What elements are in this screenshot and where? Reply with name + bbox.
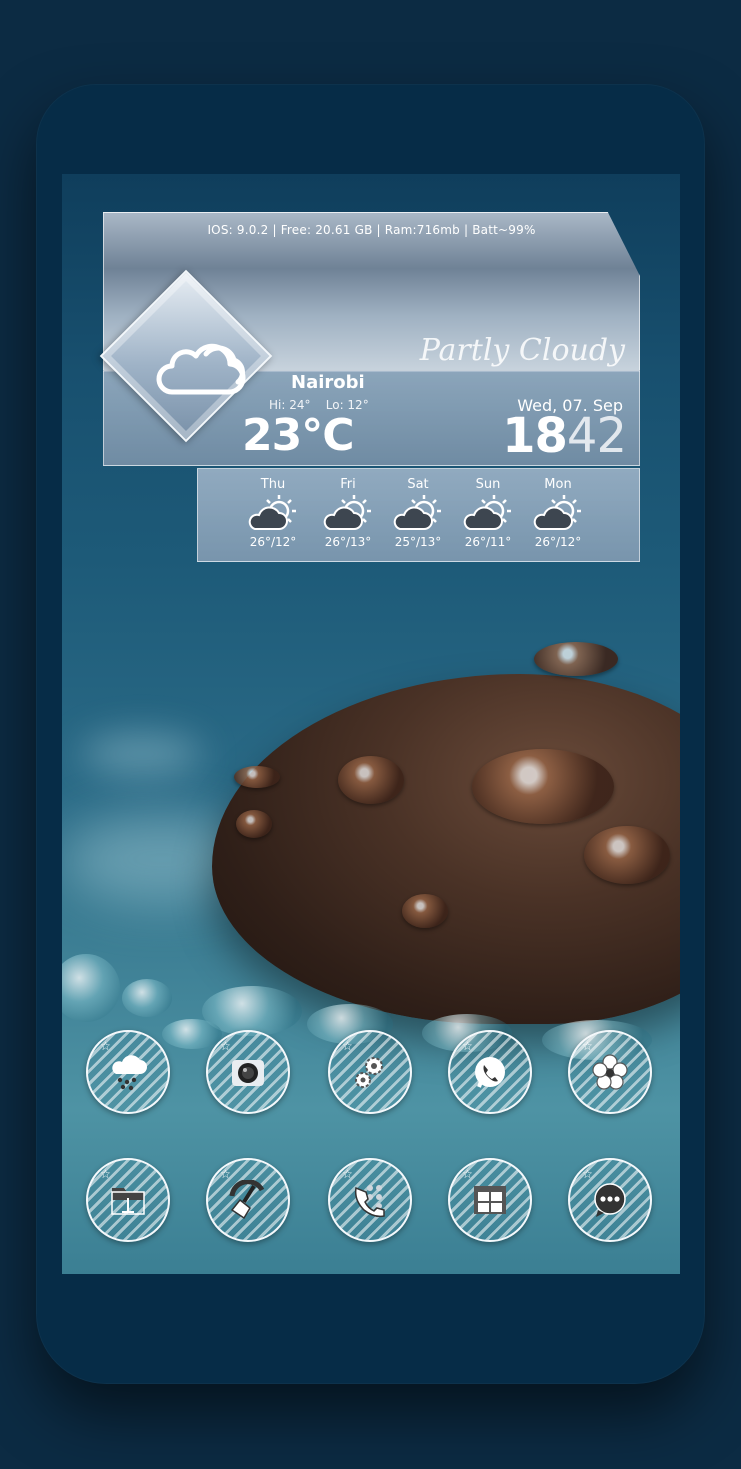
forecast-day: Mon 26°/12° xyxy=(523,469,593,549)
flower-icon xyxy=(592,1054,628,1090)
camera-app-button[interactable]: ☆ xyxy=(206,1030,290,1114)
messaging-app-button[interactable]: ☆ xyxy=(568,1158,652,1242)
forecast-day-name: Mon xyxy=(544,477,572,492)
partly-cloudy-icon xyxy=(393,495,441,530)
water-bubble xyxy=(62,954,120,1022)
water-drop xyxy=(234,766,280,788)
camera-icon xyxy=(232,1060,264,1086)
water-drop xyxy=(236,810,272,838)
phone-dialer-icon xyxy=(354,1185,385,1218)
cleaner-broom-icon xyxy=(229,1180,265,1220)
star-icon: ☆ xyxy=(342,1039,353,1053)
star-icon: ☆ xyxy=(462,1039,473,1053)
forecast-day: Sun 26°/11° xyxy=(453,469,523,549)
file-manager-icon xyxy=(111,1188,145,1215)
settings-gears-icon xyxy=(355,1057,383,1088)
windows-app-button[interactable]: ☆ xyxy=(448,1158,532,1242)
forecast-temps: 25°/13° xyxy=(394,535,442,549)
star-icon: ☆ xyxy=(100,1039,111,1053)
star-icon: ☆ xyxy=(582,1039,593,1053)
water-drop xyxy=(402,894,448,928)
water-drop xyxy=(584,826,670,884)
star-icon: ☆ xyxy=(462,1167,473,1181)
forecast-temps: 26°/12° xyxy=(534,535,582,549)
settings-app-button[interactable]: ☆ xyxy=(328,1030,412,1114)
weather-app-button[interactable]: ☆ xyxy=(86,1030,170,1114)
forecast-day-name: Thu xyxy=(260,477,286,492)
forecast-day: Thu 26°/12° xyxy=(238,469,308,549)
whatsapp-app-button[interactable]: ☆ xyxy=(448,1030,532,1114)
water-drop xyxy=(472,749,614,824)
forecast-day-name: Fri xyxy=(340,477,356,492)
water-drop xyxy=(338,756,404,804)
star-icon: ☆ xyxy=(342,1167,353,1181)
water-bubble xyxy=(122,979,172,1017)
forecast-temps: 26°/11° xyxy=(464,535,512,549)
star-icon: ☆ xyxy=(220,1167,231,1181)
forecast-day: Fri 26°/13° xyxy=(313,469,383,549)
city-name: Nairobi xyxy=(291,372,365,393)
partly-cloudy-icon xyxy=(463,495,511,530)
whatsapp-icon xyxy=(475,1057,505,1088)
weather-rain-icon xyxy=(112,1055,147,1091)
water-drop xyxy=(534,642,618,676)
cloud-icon xyxy=(156,343,246,395)
file-manager-app-button[interactable]: ☆ xyxy=(86,1158,170,1242)
forecast-temps: 26°/12° xyxy=(249,535,297,549)
forecast-temps: 26°/13° xyxy=(324,535,372,549)
partly-cloudy-icon xyxy=(533,495,581,530)
home-screen: IOS: 9.0.2 | Free: 20.61 GB | Ram:716mb … xyxy=(62,174,680,1274)
chat-bubble-icon xyxy=(594,1183,626,1217)
clock[interactable]: 1842 xyxy=(502,408,627,464)
system-info-text: IOS: 9.0.2 | Free: 20.61 GB | Ram:716mb … xyxy=(207,223,536,237)
star-icon: ☆ xyxy=(220,1039,231,1053)
weather-condition-text: Partly Cloudy xyxy=(419,333,625,368)
partly-cloudy-icon xyxy=(323,495,371,530)
star-icon: ☆ xyxy=(582,1167,593,1181)
forecast-day-name: Sun xyxy=(475,477,501,492)
star-icon: ☆ xyxy=(100,1167,111,1181)
cleaner-app-button[interactable]: ☆ xyxy=(206,1158,290,1242)
phone-app-button[interactable]: ☆ xyxy=(328,1158,412,1242)
forecast-strip[interactable]: Thu 26°/12° Fri 26°/13° Sat 25°/13° Sun … xyxy=(197,468,640,562)
current-temperature: 23°C xyxy=(242,410,355,461)
forecast-day-name: Sat xyxy=(407,477,429,492)
partly-cloudy-icon xyxy=(248,495,296,530)
water-bubble xyxy=(162,1019,222,1049)
wallpaper-glow xyxy=(82,734,202,774)
windows-grid-icon xyxy=(474,1186,506,1214)
forecast-day: Sat 25°/13° xyxy=(383,469,453,549)
gallery-app-button[interactable]: ☆ xyxy=(568,1030,652,1114)
